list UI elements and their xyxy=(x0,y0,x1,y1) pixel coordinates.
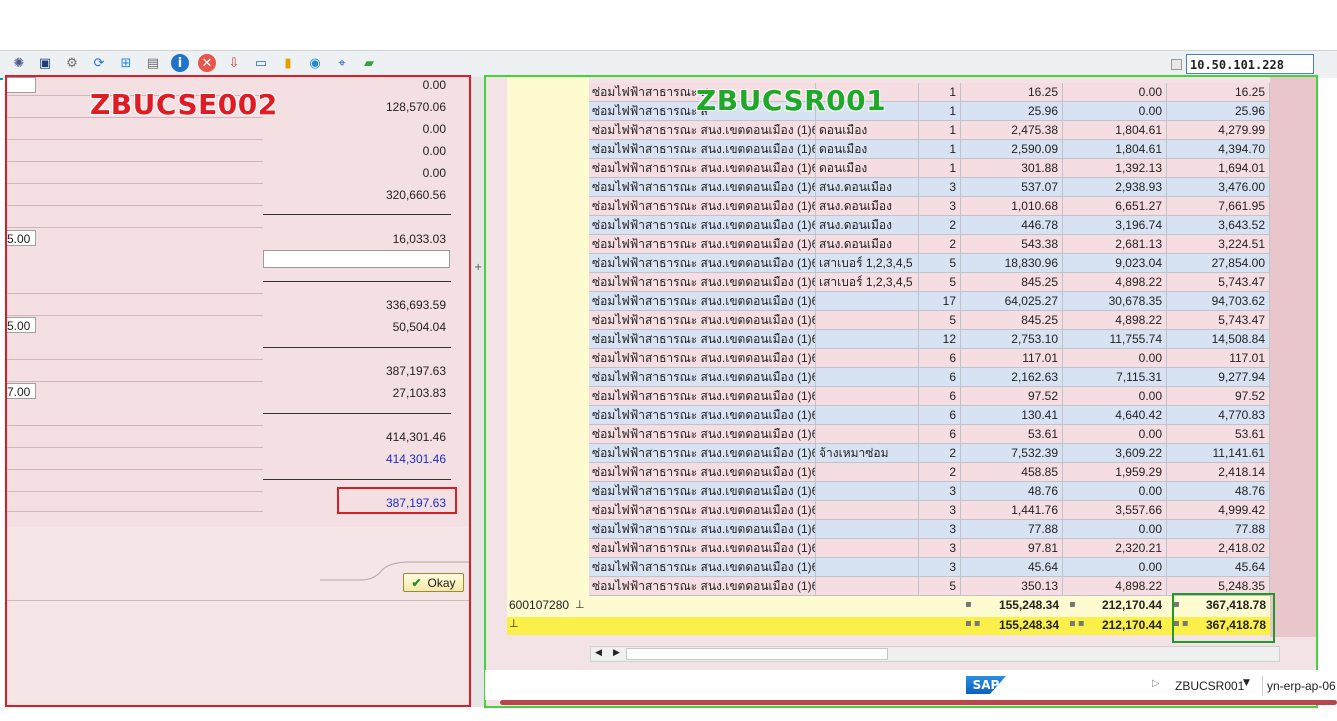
left-highlight-frame xyxy=(5,75,471,707)
highlight-box-green xyxy=(1172,593,1275,643)
dropdown-icon[interactable]: ▼ xyxy=(1243,678,1250,688)
ip-address-field[interactable]: 10.50.101.228 xyxy=(1186,54,1314,74)
windows-icon[interactable]: ⊞ xyxy=(117,54,135,72)
ghost-text: + xyxy=(474,262,483,273)
document-icon[interactable]: ▤ xyxy=(144,54,162,72)
gear-icon[interactable]: ⚙ xyxy=(63,54,81,72)
chat-icon[interactable]: ▰ xyxy=(360,54,378,72)
monitor-icon[interactable]: ▭ xyxy=(252,54,270,72)
server-name: yn-erp-ap-06 xyxy=(1267,679,1336,693)
status-divider xyxy=(1262,676,1263,696)
transaction-code[interactable]: ZBUCSR001 xyxy=(1175,679,1244,693)
close-circle-icon[interactable]: ✕ xyxy=(198,54,216,72)
play-icon[interactable]: ▷ xyxy=(1152,678,1160,689)
notebook-icon[interactable]: ▮ xyxy=(279,54,297,72)
refresh-icon[interactable]: ⟳ xyxy=(90,54,108,72)
export-icon[interactable]: ⇩ xyxy=(225,54,243,72)
target-monitor-icon[interactable]: ⌖ xyxy=(333,54,351,72)
ip-toggle[interactable] xyxy=(1171,59,1182,70)
fullscreen-icon[interactable]: ▣ xyxy=(36,54,54,72)
camera-icon[interactable]: ◉ xyxy=(306,54,324,72)
info-icon[interactable]: i xyxy=(171,54,189,72)
swirl-icon[interactable]: ✺ xyxy=(10,54,28,72)
middle-background: + xyxy=(471,77,485,707)
highlight-box-red xyxy=(337,487,457,514)
bottom-border xyxy=(500,700,1337,705)
